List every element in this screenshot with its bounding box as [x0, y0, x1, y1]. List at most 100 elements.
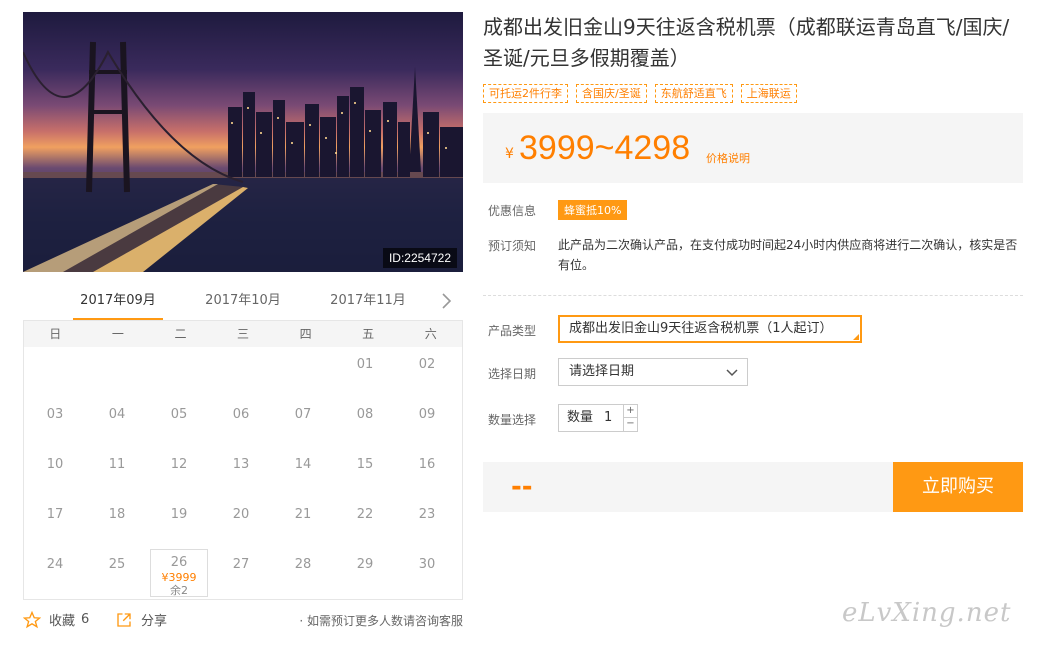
day-number: 28 — [294, 557, 312, 572]
buy-now-button[interactable]: 立即购买 — [893, 462, 1023, 512]
product-type-value: 成都出发旧金山9天往返含税机票（1人起订） — [569, 321, 833, 336]
quantity-value[interactable]: 1 — [604, 405, 612, 431]
tag-direct-flight: 东航舒适直飞 — [654, 84, 733, 103]
day-number: 01 — [356, 357, 374, 372]
calendar-day: 19 — [150, 499, 208, 547]
day-number: 20 — [232, 507, 250, 522]
star-icon — [23, 610, 41, 628]
tab-month-0[interactable]: 2017年09月 — [73, 288, 163, 321]
calendar-day: 03 — [26, 399, 84, 447]
weekday-label: 三 — [237, 327, 250, 341]
promo-badge: 蜂蜜抵10% — [558, 200, 628, 220]
day-number: 15 — [356, 457, 374, 472]
calendar-weekday-header: 日一二三四五六 — [24, 321, 462, 347]
price-range: 3999~4298 — [519, 129, 691, 167]
favorite-count: 6 — [81, 612, 90, 627]
calendar-day: 23 — [398, 499, 456, 547]
calendar-day: 21 — [274, 499, 332, 547]
day-number: 27 — [232, 557, 250, 572]
calendar-day: 29 — [336, 549, 394, 597]
quantity-minus-button[interactable]: − — [623, 418, 637, 431]
calendar-day: 05 — [150, 399, 208, 447]
day-price: ¥3999 — [161, 571, 197, 584]
type-label: 产品类型 — [488, 324, 537, 338]
calendar-day-available[interactable]: 26 ¥3999 余2 — [150, 549, 208, 597]
calendar-day: 04 — [88, 399, 146, 447]
selected-corner-mark — [853, 334, 859, 340]
calendar-day: 14 — [274, 449, 332, 497]
calendar-day: 01 — [336, 349, 394, 397]
section-divider — [483, 295, 1023, 296]
calendar-day: 02 — [398, 349, 456, 397]
calendar-days: 01 02 03 04 05 06 07 08 09 10 11 12 13 14 15 16 17 18 19 20… — [24, 347, 462, 599]
favorite-button[interactable]: 收藏 6 — [23, 610, 89, 629]
day-remaining: 余2 — [170, 584, 188, 597]
day-number: 10 — [46, 457, 64, 472]
tab-month-1[interactable]: 2017年10月 — [198, 288, 288, 321]
day-number: 11 — [108, 457, 126, 472]
quantity-plus-button[interactable]: + — [623, 405, 637, 418]
favorite-label: 收藏 — [49, 614, 76, 629]
day-number: 23 — [418, 507, 436, 522]
calendar-day: 13 — [212, 449, 270, 497]
calendar-day: 27 — [212, 549, 270, 597]
day-number: 14 — [294, 457, 312, 472]
calendar-day: 22 — [336, 499, 394, 547]
product-id-badge: ID:2254722 — [382, 248, 457, 268]
calendar-day: 10 — [26, 449, 84, 497]
product-tags: 可托运2件行李 含国庆/圣诞 东航舒适直飞 上海联运 — [483, 84, 797, 103]
day-number: 04 — [108, 407, 126, 422]
day-number: 26 — [170, 555, 188, 570]
consult-note: · 如需预订更多人数请咨询客服 — [299, 614, 463, 628]
day-number: 16 — [418, 457, 436, 472]
day-number: 21 — [294, 507, 312, 522]
calendar-day: 25 — [88, 549, 146, 597]
day-number: 12 — [170, 457, 188, 472]
calendar: 日 一 二 三 四 五 六 01 02 03 04 05 06 07 08 09 10 11 12 13 14 15 16… — [23, 320, 463, 600]
calendar-day: 07 — [274, 399, 332, 447]
calendar-day: 18 — [88, 499, 146, 547]
share-icon — [117, 612, 131, 627]
quantity-prefix: 数量 — [567, 410, 594, 425]
date-select[interactable]: 请选择日期 — [558, 358, 748, 386]
tab-month-2[interactable]: 2017年11月 — [323, 288, 413, 321]
price-explain-link[interactable]: 价格说明 — [706, 150, 750, 166]
day-number: 17 — [46, 507, 64, 522]
date-label: 选择日期 — [488, 367, 537, 381]
day-number: 24 — [46, 557, 64, 572]
weekday-label: 五 — [362, 327, 375, 341]
calendar-day: 16 — [398, 449, 456, 497]
day-number: 18 — [108, 507, 126, 522]
day-number: 19 — [170, 507, 188, 522]
calendar-day: 30 — [398, 549, 456, 597]
product-type-select[interactable]: 成都出发旧金山9天往返含税机票（1人起订） — [558, 315, 862, 343]
product-actions: 收藏 6 分享 · 如需预订更多人数请咨询客服 — [23, 610, 463, 632]
share-button[interactable]: 分享 — [115, 610, 167, 629]
day-number: 22 — [356, 507, 374, 522]
day-number: 03 — [46, 407, 64, 422]
purchase-bar: -- 立即购买 — [483, 462, 1023, 512]
product-title: 成都出发旧金山9天往返含税机票（成都联运青岛直飞/国庆/圣诞/元旦多假期覆盖） — [483, 15, 1010, 70]
price-box: ¥ 3999~4298 价格说明 — [483, 113, 1023, 183]
calendar-day: 15 — [336, 449, 394, 497]
day-number: 05 — [170, 407, 188, 422]
next-month-button[interactable] — [437, 290, 457, 312]
weekday-label: 四 — [299, 327, 312, 341]
tag-shanghai-connect: 上海联运 — [740, 84, 797, 103]
weekday-label: 一 — [111, 327, 124, 341]
tag-holiday: 含国庆/圣诞 — [576, 84, 647, 103]
chevron-right-icon — [442, 293, 452, 309]
day-number: 13 — [232, 457, 250, 472]
calendar-day: 09 — [398, 399, 456, 447]
calendar-day: 06 — [212, 399, 270, 447]
weekday-label: 二 — [174, 327, 187, 341]
city-skyline-illustration — [23, 41, 463, 272]
tag-luggage: 可托运2件行李 — [483, 84, 568, 103]
day-number: 07 — [294, 407, 312, 422]
day-number: 09 — [418, 407, 436, 422]
weekday-label: 日 — [49, 327, 62, 341]
calendar-day: 11 — [88, 449, 146, 497]
calendar-day: 20 — [212, 499, 270, 547]
day-number: 25 — [108, 557, 126, 572]
site-watermark: eLvXing.net — [842, 598, 1012, 628]
